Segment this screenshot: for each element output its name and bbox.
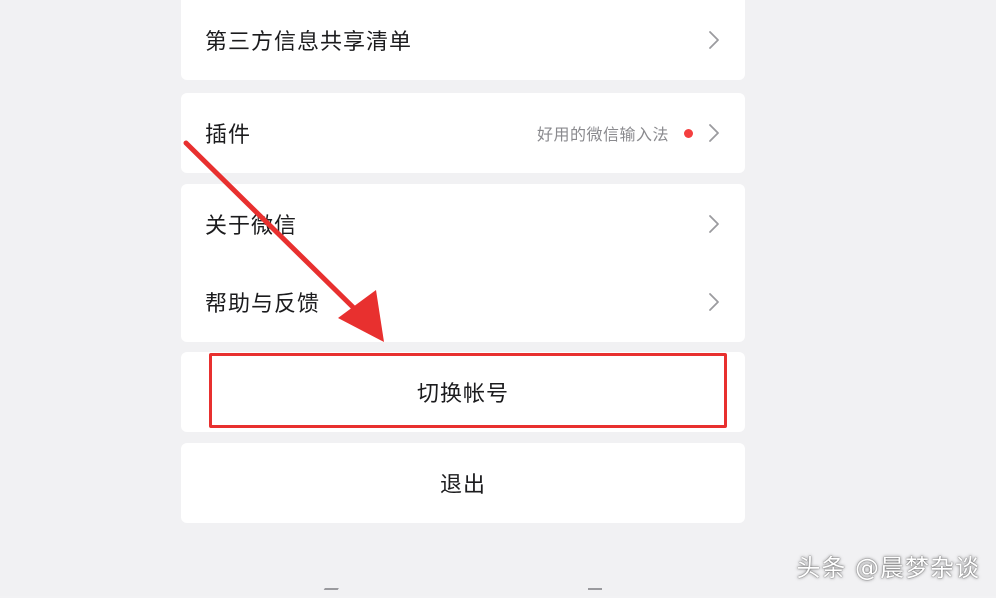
settings-item-label: 帮助与反馈 [205, 292, 321, 317]
card-logout: 退出 [181, 443, 745, 523]
settings-item-label: 第三方信息共享清单 [205, 30, 413, 55]
chevron-right-icon [707, 292, 721, 312]
settings-item-label: 关于微信 [205, 214, 298, 239]
settings-item-plugins[interactable]: 插件 好用的微信输入法 [181, 93, 745, 173]
card-plugins: 插件 好用的微信输入法 [181, 93, 745, 173]
watermark: 头条 @晨梦杂谈 [796, 554, 980, 582]
card-third-party: 第三方信息共享清单 [181, 0, 745, 80]
settings-item-about[interactable]: 关于微信 [181, 184, 745, 264]
chevron-right-icon [707, 30, 721, 50]
nav-back-icon[interactable] [319, 588, 339, 598]
settings-item-third-party-list[interactable]: 第三方信息共享清单 [181, 0, 745, 80]
logout-label: 退出 [439, 473, 486, 498]
logout-button[interactable]: 退出 [181, 443, 745, 523]
chevron-right-icon [707, 214, 721, 234]
nav-recent-icon[interactable] [588, 588, 602, 598]
new-badge-dot [684, 128, 693, 138]
chevron-right-icon [707, 123, 721, 143]
highlight-box [209, 353, 727, 428]
settings-item-label: 插件 [205, 123, 252, 148]
plugin-subtitle: 好用的微信输入法 [536, 125, 669, 144]
card-about-help: 关于微信 帮助与反馈 [181, 184, 745, 342]
settings-screen: 第三方信息共享清单 插件 好用的微信输入法 关于微信 帮助与反馈 切换帐号 退出… [0, 0, 996, 598]
settings-item-help-feedback[interactable]: 帮助与反馈 [181, 262, 745, 342]
